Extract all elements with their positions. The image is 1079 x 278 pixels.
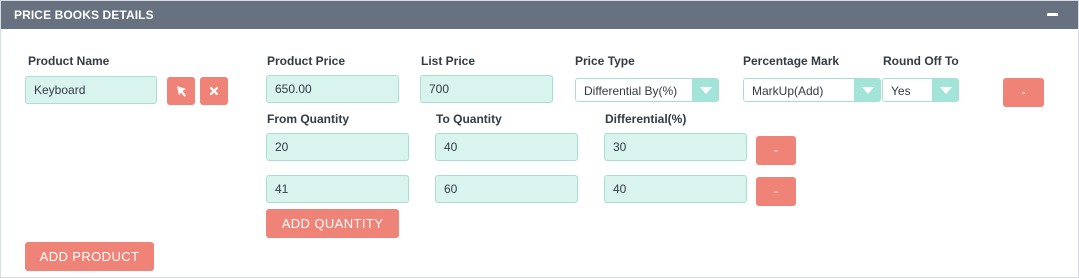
percentage-mark-select[interactable]: MarkUp(Add) (743, 78, 881, 102)
to-quantity-input[interactable] (435, 175, 578, 203)
minus-icon[interactable] (1047, 13, 1058, 16)
price-type-select[interactable]: Differential By(%) (575, 78, 719, 102)
select-product-button[interactable] (167, 77, 195, 105)
remove-product-button[interactable]: - (1003, 78, 1044, 107)
panel-header: PRICE BOOKS DETAILS (1, 1, 1078, 29)
from-quantity-input[interactable] (266, 133, 409, 161)
chevron-down-icon (932, 79, 958, 101)
cursor-arrow-icon (177, 86, 186, 97)
clear-product-button[interactable] (200, 77, 228, 105)
differential-label: Differential(%) (605, 112, 687, 126)
to-quantity-input[interactable] (435, 133, 578, 161)
round-off-to-label: Round Off To (883, 54, 959, 68)
from-quantity-input[interactable] (266, 175, 409, 203)
product-name-label: Product Name (28, 54, 110, 68)
panel-title: PRICE BOOKS DETAILS (14, 8, 154, 22)
product-price-label: Product Price (267, 54, 346, 68)
round-off-value: Yes (891, 84, 911, 98)
percentage-mark-value: MarkUp(Add) (752, 84, 824, 98)
product-name-input[interactable] (25, 76, 157, 104)
percentage-mark-label: Percentage Mark (743, 54, 840, 68)
differential-input[interactable] (604, 133, 747, 161)
chevron-down-icon (854, 79, 880, 101)
close-icon (209, 86, 219, 96)
product-price-input[interactable] (266, 75, 399, 103)
remove-quantity-button[interactable]: - (756, 136, 796, 165)
price-type-label: Price Type (575, 54, 635, 68)
add-product-button[interactable]: ADD PRODUCT (25, 242, 154, 271)
chevron-down-icon (692, 79, 718, 101)
differential-input[interactable] (604, 175, 747, 203)
from-quantity-label: From Quantity (267, 112, 350, 126)
remove-quantity-button[interactable]: - (756, 177, 796, 206)
price-books-panel: PRICE BOOKS DETAILS Product Name Product… (0, 0, 1079, 278)
list-price-input[interactable] (420, 75, 553, 103)
add-quantity-button[interactable]: ADD QUANTITY (266, 209, 399, 238)
to-quantity-label: To Quantity (436, 112, 502, 126)
list-price-label: List Price (421, 54, 476, 68)
round-off-select[interactable]: Yes (882, 78, 959, 102)
price-type-value: Differential By(%) (584, 84, 678, 98)
